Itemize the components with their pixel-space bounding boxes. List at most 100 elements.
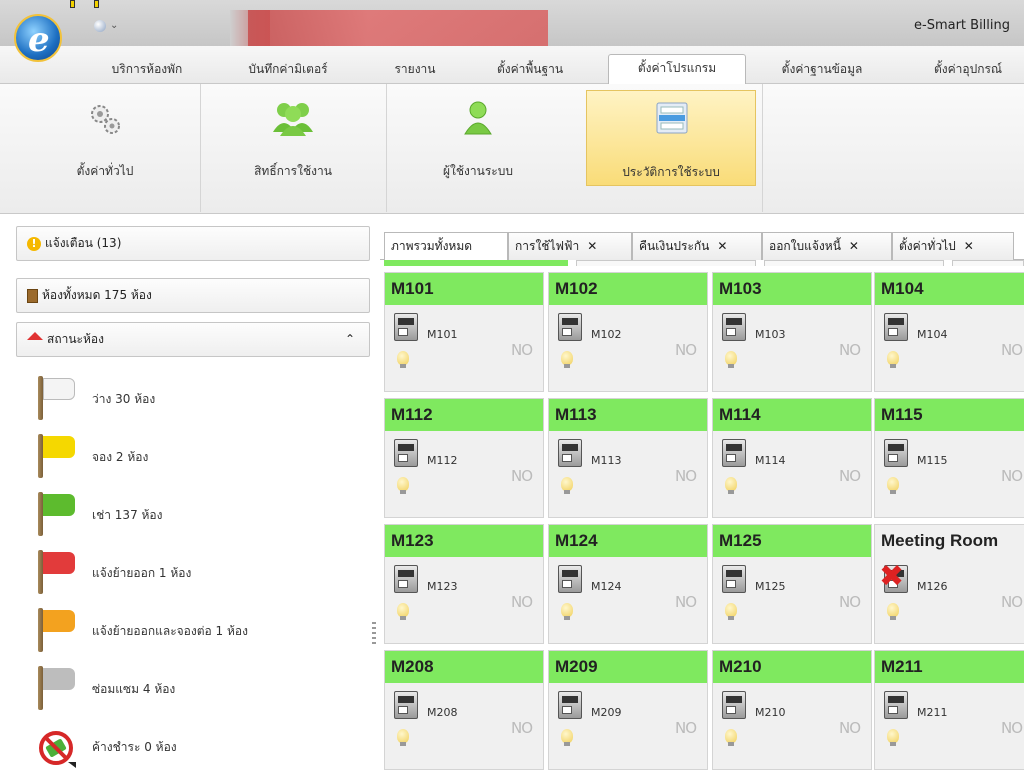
lightbulb-icon: [397, 477, 409, 494]
lightbulb-icon: [561, 477, 573, 494]
room-card[interactable]: M125 M125 NO: [712, 524, 872, 644]
status-repair[interactable]: ซ่อมแซม 4 ห้อง: [38, 666, 368, 716]
room-name: M210: [713, 651, 871, 683]
room-status-header[interactable]: สถานะห้อง ⌃: [16, 322, 370, 357]
title-bar: ⌄ e-Smart Billing: [0, 0, 1024, 46]
usage-history-button[interactable]: ประวัติการใช้ระบบ: [586, 90, 756, 186]
close-icon[interactable]: ✕: [587, 239, 597, 253]
tab-electricity-usage[interactable]: การใช้ไฟฟ้า ✕: [508, 232, 632, 260]
status-move-out[interactable]: แจ้งย้ายออก 1 ห้อง: [38, 550, 368, 600]
meter-number: M113: [591, 454, 622, 467]
lightbulb-icon: [397, 351, 409, 368]
disabled-icon: ✖: [879, 559, 905, 594]
meter-icon: [722, 565, 746, 593]
gears-icon: [91, 105, 120, 134]
room-card[interactable]: Meeting Room ✖ M126 NO: [874, 524, 1024, 644]
meter-icon: [884, 691, 908, 719]
lightbulb-icon: [887, 351, 899, 368]
meter-number: M102: [591, 328, 622, 341]
close-icon[interactable]: ✕: [849, 239, 859, 253]
meter-number: M115: [917, 454, 948, 467]
tab-overview-label: ภาพรวมทั้งหมด: [391, 239, 473, 253]
room-card[interactable]: M123 M123 NO: [384, 524, 544, 644]
tab-general-settings[interactable]: ตั้งค่าทั่วไป ✕: [892, 232, 1014, 260]
room-card[interactable]: M102 M102 NO: [548, 272, 708, 392]
room-card[interactable]: M104 M104 NO: [874, 272, 1024, 392]
general-settings-button[interactable]: ตั้งค่าทั่วไป: [40, 90, 170, 186]
no-image-icon: NO: [839, 719, 861, 737]
tab-reports[interactable]: รายงาน: [380, 56, 450, 84]
card-strip: [952, 260, 1024, 266]
room-card[interactable]: M114 M114 NO: [712, 398, 872, 518]
tab-program-settings[interactable]: ตั้งค่าโปรแกรม: [608, 54, 746, 85]
status-repair-label: ซ่อมแซม 4 ห้อง: [92, 682, 176, 696]
room-card[interactable]: M115 M115 NO: [874, 398, 1024, 518]
meter-number: M112: [427, 454, 458, 467]
no-image-icon: NO: [1001, 467, 1023, 485]
title-banner: [248, 10, 548, 46]
close-icon[interactable]: ✕: [717, 239, 727, 253]
status-rented[interactable]: เช่า 137 ห้อง: [38, 492, 368, 542]
meter-number: M124: [591, 580, 622, 593]
app-logo-icon[interactable]: e: [14, 14, 62, 62]
meter-icon: [558, 313, 582, 341]
no-image-icon: NO: [511, 719, 533, 737]
meter-number: M103: [755, 328, 786, 341]
lightbulb-icon: [725, 477, 737, 494]
tab-overview[interactable]: ภาพรวมทั้งหมด: [384, 232, 508, 262]
alerts-label: แจ้งเตือน (13): [45, 236, 122, 250]
general-settings-label: ตั้งค่าทั่วไป: [76, 164, 134, 178]
usage-history-label: ประวัติการใช้ระบบ: [622, 165, 720, 179]
main-area: ภาพรวมทั้งหมด การใช้ไฟฟ้า ✕ คืนเงินประกัน…: [380, 226, 1024, 770]
meter-icon: [558, 691, 582, 719]
chevron-down-icon[interactable]: ⌄: [110, 20, 118, 31]
tab-invoice[interactable]: ออกใบแจ้งหนี้ ✕: [762, 232, 892, 260]
room-card[interactable]: M210 M210 NO: [712, 650, 872, 770]
tab-device-settings[interactable]: ตั้งค่าอุปกรณ์: [912, 56, 1024, 84]
splitter-grip[interactable]: [372, 622, 376, 644]
room-card[interactable]: M211 M211 NO: [874, 650, 1024, 770]
room-card[interactable]: M112 M112 NO: [384, 398, 544, 518]
room-name: M104: [875, 273, 1024, 305]
status-overdue[interactable]: ค้างชำระ 0 ห้อง: [38, 724, 368, 774]
flag-yellow-icon: [38, 434, 78, 478]
room-card[interactable]: M124 M124 NO: [548, 524, 708, 644]
no-image-icon: NO: [675, 467, 697, 485]
ribbon-panel: ตั้งค่าทั่วไป สิทธิ์การใช้งาน ผู้ใช้งานร…: [0, 84, 1024, 214]
room-name: M125: [713, 525, 871, 557]
room-card[interactable]: M208 M208 NO: [384, 650, 544, 770]
tab-deposit-refund[interactable]: คืนเงินประกัน ✕: [632, 232, 762, 260]
meter-number: M209: [591, 706, 622, 719]
tab-meter-record[interactable]: บันทึกค่ามิเตอร์: [228, 56, 348, 84]
quick-access-icon[interactable]: [94, 20, 106, 32]
alerts-item[interactable]: ! แจ้งเตือน (13): [16, 226, 370, 261]
close-icon[interactable]: ✕: [964, 239, 974, 253]
meter-icon: [722, 313, 746, 341]
document-tab-bar: ภาพรวมทั้งหมด การใช้ไฟฟ้า ✕ คืนเงินประกัน…: [380, 230, 1024, 262]
system-users-button[interactable]: ผู้ใช้งานระบบ: [400, 90, 556, 186]
status-reserved[interactable]: จอง 2 ห้อง: [38, 434, 368, 484]
flag-gray-icon: [38, 666, 78, 710]
room-name: M113: [549, 399, 707, 431]
user-icon: [464, 101, 492, 135]
room-card[interactable]: M113 M113 NO: [548, 398, 708, 518]
status-vacant[interactable]: ว่าง 30 ห้อง: [38, 376, 368, 426]
tab-room-service[interactable]: บริการห้องพัก: [92, 56, 202, 84]
status-move-out-reserved[interactable]: แจ้งย้ายออกและจองต่อ 1 ห้อง: [38, 608, 368, 658]
history-list-icon: [656, 102, 688, 134]
room-name: M124: [549, 525, 707, 557]
permissions-button[interactable]: สิทธิ์การใช้งาน: [218, 90, 368, 186]
room-status-label: สถานะห้อง: [47, 332, 104, 346]
ribbon-tab-row: บริการห้องพัก บันทึกค่ามิเตอร์ รายงาน ตั…: [0, 46, 1024, 85]
collapse-icon[interactable]: ⌃: [345, 323, 355, 356]
room-name: M208: [385, 651, 543, 683]
room-card[interactable]: M209 M209 NO: [548, 650, 708, 770]
all-rooms-item[interactable]: ห้องทั้งหมด 175 ห้อง: [16, 278, 370, 313]
tab-database-settings[interactable]: ตั้งค่าฐานข้อมูล: [762, 56, 882, 84]
meter-number: M114: [755, 454, 786, 467]
flag-orange-icon: [38, 608, 78, 652]
room-card[interactable]: M103 M103 NO: [712, 272, 872, 392]
room-card[interactable]: M101 M101 NO: [384, 272, 544, 392]
tab-basic-settings[interactable]: ตั้งค่าพื้นฐาน: [475, 56, 585, 84]
no-image-icon: NO: [839, 341, 861, 359]
